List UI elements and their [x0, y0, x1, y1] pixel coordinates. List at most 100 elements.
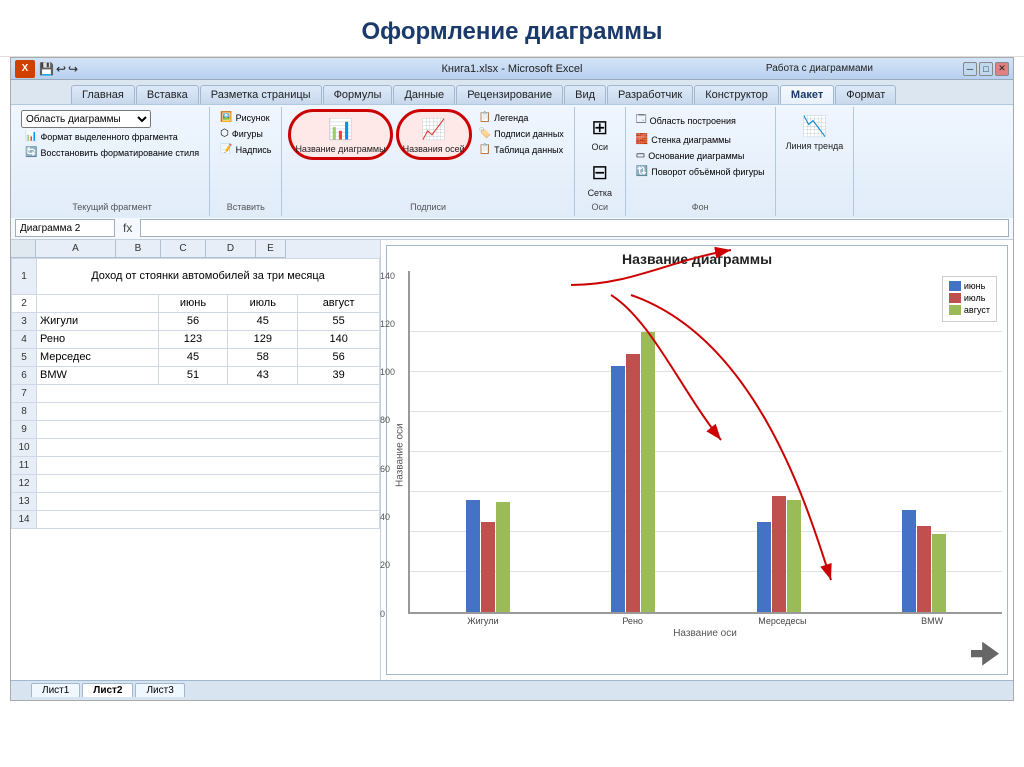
table-row: 8: [12, 402, 380, 420]
group-label-podpisi: Подписи: [410, 202, 446, 214]
tab-data[interactable]: Данные: [393, 85, 455, 104]
sheet-table: 1 Доход от стоянки автомобилей за три ме…: [11, 258, 380, 529]
quick-access-toolbar: 💾 ↩ ↪: [39, 62, 78, 76]
plot-area-icon: 🗔: [636, 112, 647, 129]
restore-icon: 🔄: [25, 147, 37, 158]
grid-icon: ⊟: [585, 158, 615, 188]
bar-zhiguli-aug: [496, 502, 510, 612]
insert-items: 🖼️ Рисунок ⬡ Фигуры 📝 Надпись: [216, 109, 275, 202]
cell-c6[interactable]: 43: [228, 366, 298, 384]
cell-d3[interactable]: 55: [298, 312, 380, 330]
bar-group-reno: [566, 332, 702, 612]
sheet-tab-2[interactable]: Лист2: [82, 683, 133, 697]
chart-container[interactable]: Название диаграммы Название оси 140 120 …: [386, 245, 1008, 675]
cell-b2[interactable]: июнь: [158, 294, 228, 312]
tab-developer[interactable]: Разработчик: [607, 85, 693, 104]
cell-b4[interactable]: 123: [158, 330, 228, 348]
tab-constructor[interactable]: Конструктор: [694, 85, 779, 104]
row-header-3: 3: [12, 312, 37, 330]
format-fragment-button[interactable]: 📊 Формат выделенного фрагмента: [21, 129, 203, 144]
formula-input[interactable]: [140, 219, 1009, 237]
chart-floor-button[interactable]: ▭ Основание диаграммы: [632, 148, 769, 163]
cell-d5[interactable]: 56: [298, 348, 380, 366]
3d-rotation-button[interactable]: 🔃 Поворот объёмной фигуры: [632, 164, 769, 179]
x-axis-labels: Жигули Рено Мерседесы BMW: [408, 614, 1002, 626]
grid-button[interactable]: ⊟ Сетка: [581, 156, 619, 201]
restore-label: Восстановить форматирование стиля: [40, 148, 199, 158]
legend-label-jul: июль: [964, 293, 986, 303]
axes-label: Оси: [592, 142, 609, 153]
excel-window: X 💾 ↩ ↪ Книга1.xlsx - Microsoft Excel Ра…: [10, 57, 1014, 701]
cell-a2[interactable]: [37, 294, 159, 312]
tab-review[interactable]: Рецензирование: [456, 85, 563, 104]
cell-a4[interactable]: Рено: [37, 330, 159, 348]
data-table-icon: 📋: [479, 144, 491, 155]
group-axes: ⊞ Оси ⊟ Сетка Оси: [575, 107, 626, 216]
close-button[interactable]: ✕: [995, 62, 1009, 76]
insert-controls: 🖼️ Рисунок ⬡ Фигуры 📝 Надпись: [216, 109, 275, 158]
maximize-button[interactable]: □: [979, 62, 993, 76]
cell-a5[interactable]: Мерседес: [37, 348, 159, 366]
chart-legend: июнь июль август: [942, 276, 997, 322]
current-fragment-controls: Область диаграммы 📊 Формат выделенного ф…: [21, 109, 203, 161]
cell-a6[interactable]: BMW: [37, 366, 159, 384]
cell-d6[interactable]: 39: [298, 366, 380, 384]
cell-d4[interactable]: 140: [298, 330, 380, 348]
legend-item-aug: август: [949, 305, 990, 315]
chart-body: Название оси 140 120 100 80 60 40 20 0: [392, 271, 1002, 639]
table-row: 14: [12, 510, 380, 528]
chart-title-button[interactable]: 📊 Название диаграммы: [288, 109, 392, 160]
nav-arrow-right[interactable]: [971, 642, 999, 666]
cell-d2[interactable]: август: [298, 294, 380, 312]
tab-format[interactable]: Формат: [835, 85, 896, 104]
axis-title-button[interactable]: 📈 Названия осей: [396, 109, 472, 160]
cell-b5[interactable]: 45: [158, 348, 228, 366]
axis-title-label: Названия осей: [403, 144, 465, 155]
tab-insert[interactable]: Вставка: [136, 85, 199, 104]
background-controls: 🗔 Область построения 🧱 Стенка диаграммы …: [632, 109, 769, 180]
shapes-button[interactable]: ⬡ Фигуры: [216, 126, 275, 141]
tab-formulas[interactable]: Формулы: [323, 85, 393, 104]
data-labels-button[interactable]: 🏷️ Подписи данных: [475, 126, 568, 141]
data-table-button[interactable]: 📋 Таблица данных: [475, 142, 568, 157]
name-box[interactable]: [15, 219, 115, 237]
textbox-button[interactable]: 📝 Надпись: [216, 142, 275, 157]
cell-c4[interactable]: 129: [228, 330, 298, 348]
chart-title[interactable]: Название диаграммы: [392, 251, 1002, 267]
bar-group-bmw: [857, 510, 993, 612]
axes-button[interactable]: ⊞ Оси: [581, 110, 619, 155]
area-dropdown[interactable]: Область диаграммы: [21, 110, 151, 128]
plot-area-button[interactable]: 🗔 Область построения: [632, 110, 769, 131]
title-cell[interactable]: Доход от стоянки автомобилей за три меся…: [37, 258, 380, 294]
x-label-mercedes: Мерседесы: [713, 614, 853, 626]
row-header-1: 1: [12, 258, 37, 294]
chart-wall-button[interactable]: 🧱 Стенка диаграммы: [632, 132, 769, 147]
labels-items: 📊 Название диаграммы 📈 Названия осей 📋 Л…: [288, 109, 567, 202]
minimize-button[interactable]: ─: [963, 62, 977, 76]
bar-reno-jul: [626, 354, 640, 612]
tab-home[interactable]: Главная: [71, 85, 135, 104]
cell-c5[interactable]: 58: [228, 348, 298, 366]
tab-layout[interactable]: Макет: [780, 85, 834, 104]
cell-a3[interactable]: Жигули: [37, 312, 159, 330]
tab-view[interactable]: Вид: [564, 85, 606, 104]
picture-button[interactable]: 🖼️ Рисунок: [216, 110, 275, 125]
cell-c3[interactable]: 45: [228, 312, 298, 330]
trendline-button[interactable]: 📉 Линия тренда: [782, 109, 848, 154]
cell-c2[interactable]: июль: [228, 294, 298, 312]
sheet-tab-1[interactable]: Лист1: [31, 683, 80, 697]
restore-style-button[interactable]: 🔄 Восстановить форматирование стиля: [21, 145, 203, 160]
bar-mercedes-aug: [787, 500, 801, 612]
sheet-tab-3[interactable]: Лист3: [135, 683, 184, 697]
x-label-reno: Рено: [563, 614, 703, 626]
cell-b3[interactable]: 56: [158, 312, 228, 330]
tab-page-layout[interactable]: Разметка страницы: [200, 85, 322, 104]
chart-floor-icon: ▭: [636, 150, 645, 161]
legend-button[interactable]: 📋 Легенда: [475, 110, 568, 125]
x-axis-title: Название оси: [408, 628, 1002, 639]
chart-title-label: Название диаграммы: [295, 144, 385, 155]
cell-b6[interactable]: 51: [158, 366, 228, 384]
right-panel-title: Работа с диаграммами: [766, 63, 873, 74]
table-row: 6 BMW 51 43 39: [12, 366, 380, 384]
group-label-axes: Оси: [592, 202, 609, 214]
